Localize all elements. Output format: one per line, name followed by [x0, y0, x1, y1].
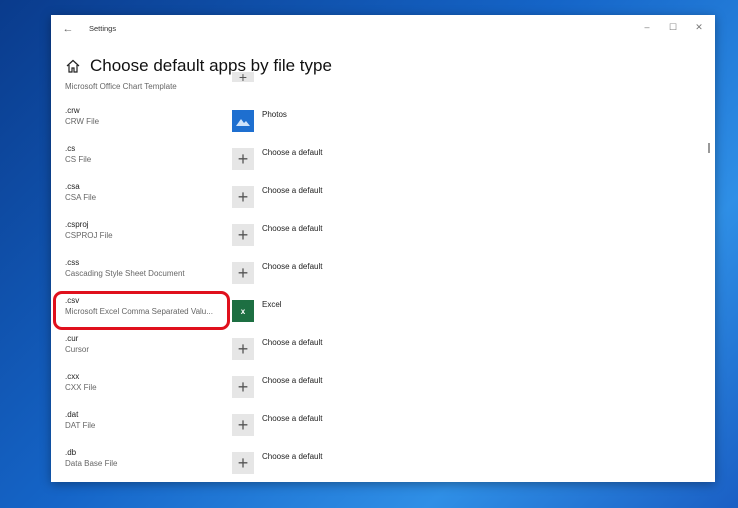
page-header: Choose default apps by file type	[65, 52, 332, 80]
file-type-description: CS File	[65, 155, 92, 164]
csv-highlight-annotation	[53, 291, 230, 330]
excel-icon[interactable]: x	[232, 300, 254, 322]
file-type-row-cs: .cs CS File + Choose a default	[65, 144, 685, 182]
photos-icon[interactable]	[232, 110, 254, 132]
window-title: Settings	[89, 24, 117, 33]
file-extension: .cxx	[65, 372, 80, 381]
default-app-button[interactable]: Excel	[262, 300, 282, 309]
plus-icon[interactable]: +	[232, 148, 254, 170]
back-arrow-icon[interactable]: ←	[61, 22, 75, 36]
file-type-description: DAT File	[65, 421, 96, 430]
file-extension: .css	[65, 258, 80, 267]
title-bar: ← Settings – ☐ ✕	[51, 15, 715, 43]
plus-icon[interactable]: +	[232, 452, 254, 474]
file-type-description: CRW File	[65, 117, 100, 126]
choose-default-button[interactable]: Choose a default	[262, 186, 323, 195]
plus-icon[interactable]: +	[232, 376, 254, 398]
file-extension: .db	[65, 448, 77, 457]
file-type-description: CSPROJ File	[65, 231, 113, 240]
file-type-description: Cascading Style Sheet Document	[65, 269, 185, 278]
home-icon[interactable]	[65, 58, 81, 74]
maximize-button[interactable]: ☐	[665, 20, 681, 34]
choose-default-button[interactable]: Choose a default	[262, 148, 323, 157]
close-button[interactable]: ✕	[691, 20, 707, 34]
file-type-description: Cursor	[65, 345, 90, 354]
choose-default-button[interactable]: Choose a default	[262, 338, 323, 347]
plus-icon[interactable]: +	[232, 338, 254, 360]
file-type-row-dat: .dat DAT File + Choose a default	[65, 410, 685, 448]
choose-default-button[interactable]: Choose a default	[262, 262, 323, 271]
plus-icon[interactable]: +	[232, 414, 254, 436]
file-type-description: CXX File	[65, 383, 97, 392]
file-extension: .dat	[65, 410, 79, 419]
file-type-row-csa: .csa CSA File + Choose a default	[65, 182, 685, 220]
file-type-row-db: .db Data Base File + Choose a default	[65, 448, 685, 482]
file-type-description: Microsoft Office Chart Template	[65, 82, 177, 91]
file-extension: .csa	[65, 182, 80, 191]
file-extension: .csproj	[65, 220, 89, 229]
default-app-button[interactable]: Photos	[262, 110, 287, 119]
file-extension: .cur	[65, 334, 79, 343]
minimize-button[interactable]: –	[639, 20, 655, 34]
plus-icon[interactable]: +	[232, 262, 254, 284]
scrollbar[interactable]	[708, 143, 710, 153]
file-type-row-cxx: .cxx CXX File + Choose a default	[65, 372, 685, 410]
file-type-row-crw: .crw CRW File Photos	[65, 106, 685, 144]
settings-window: ← Settings – ☐ ✕ Choose default apps by …	[51, 15, 715, 482]
file-type-row-csproj: .csproj CSPROJ File + Choose a default	[65, 220, 685, 258]
choose-default-button[interactable]: Choose a default	[262, 414, 323, 423]
file-extension: .cs	[65, 144, 76, 153]
choose-default-button[interactable]: Choose a default	[262, 376, 323, 385]
file-type-description: Data Base File	[65, 459, 118, 468]
file-type-row-cur: .cur Cursor + Choose a default	[65, 334, 685, 372]
file-type-description: CSA File	[65, 193, 97, 202]
page-title: Choose default apps by file type	[90, 56, 332, 75]
plus-icon[interactable]: +	[232, 224, 254, 246]
choose-default-button[interactable]: Choose a default	[262, 224, 323, 233]
plus-icon[interactable]: +	[232, 186, 254, 208]
file-extension: .crw	[65, 106, 80, 115]
choose-default-button[interactable]: Choose a default	[262, 452, 323, 461]
